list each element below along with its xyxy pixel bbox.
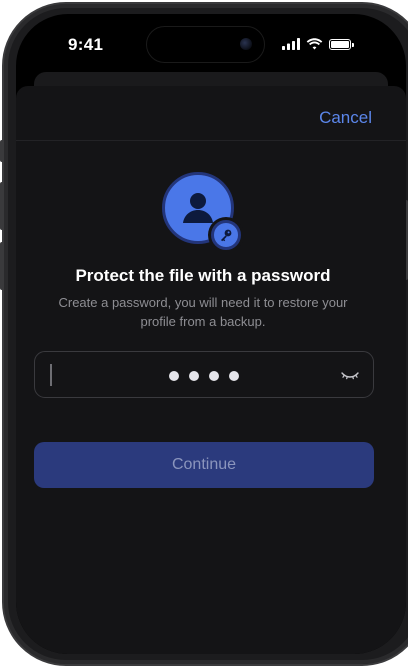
screen: 9:41 Cancel Protect the file with a pass… — [16, 14, 406, 654]
text-cursor — [50, 364, 52, 386]
key-icon — [221, 229, 232, 242]
status-icons — [282, 38, 354, 50]
masked-password — [169, 371, 239, 381]
key-badge — [211, 220, 241, 250]
status-time: 9:41 — [68, 35, 104, 54]
password-dot — [169, 371, 179, 381]
battery-icon — [329, 38, 354, 50]
user-icon — [183, 193, 213, 223]
side-button — [0, 242, 4, 290]
password-input[interactable] — [34, 351, 374, 398]
dynamic-island — [146, 26, 265, 63]
eye-closed-icon[interactable] — [340, 367, 360, 383]
password-dot — [229, 371, 239, 381]
status-bar: 9:41 — [16, 14, 406, 74]
password-dot — [209, 371, 219, 381]
continue-button[interactable]: Continue — [34, 442, 374, 488]
battery-level — [331, 40, 349, 48]
wifi-icon — [306, 38, 323, 50]
sheet-subtitle: Create a password, you will need it to r… — [58, 295, 348, 329]
cancel-button[interactable]: Cancel — [319, 108, 372, 128]
side-button — [0, 140, 4, 162]
cellular-signal-icon — [282, 38, 300, 50]
password-sheet: Cancel Protect the file with a password … — [16, 86, 406, 654]
password-dot — [189, 371, 199, 381]
front-camera — [240, 38, 252, 50]
profile-avatar — [162, 172, 244, 254]
header-divider — [16, 140, 406, 141]
side-button — [0, 182, 4, 230]
sheet-title: Protect the file with a password — [75, 266, 331, 285]
